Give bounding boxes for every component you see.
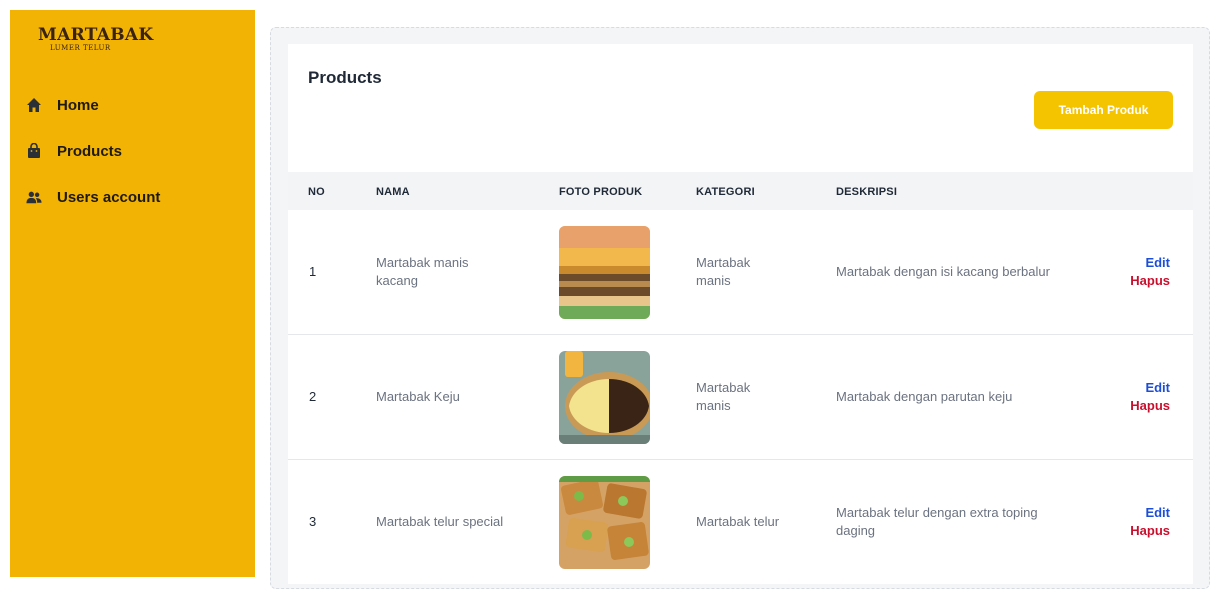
sidebar-item-label: Users account [57, 188, 161, 206]
products-card: Products Tambah Produk NO NAMA FOTO PROD… [288, 44, 1193, 584]
sidebar-nav: Home Products Users account [26, 82, 251, 220]
bag-icon [26, 143, 42, 159]
row-deskripsi: Martabak telur dengan extra toping dagin… [836, 505, 1038, 538]
delete-link[interactable]: Hapus [1110, 522, 1170, 540]
row-actions: Edit Hapus [1110, 379, 1170, 415]
header-kategori: KATEGORI [696, 186, 755, 198]
row-nama: Martabak Keju [376, 389, 460, 404]
product-photo [559, 226, 650, 319]
brand-logo[interactable]: MARTABAK LUMER TELUR [38, 26, 153, 53]
sidebar-item-users-account[interactable]: Users account [26, 174, 251, 220]
product-photo [559, 351, 650, 444]
row-kategori: Martabak telur [696, 514, 780, 529]
row-no: 2 [309, 389, 317, 404]
sidebar-item-home[interactable]: Home [26, 82, 251, 128]
row-nama: Martabak manis kacang [376, 255, 469, 288]
table-row: 3 Martabak telur special Martabak telur … [288, 460, 1193, 584]
sidebar-item-products[interactable]: Products [26, 128, 251, 174]
users-icon [26, 189, 42, 205]
table-row: 1 Martabak manis kacang Martabak manis M… [288, 210, 1193, 335]
header-no: NO [308, 186, 325, 198]
row-actions: Edit Hapus [1110, 254, 1170, 290]
edit-link[interactable]: Edit [1110, 379, 1170, 397]
row-deskripsi: Martabak dengan isi kacang berbalur [836, 264, 1050, 279]
table-header: NO NAMA FOTO PRODUK KATEGORI DESKRIPSI [288, 172, 1193, 210]
header-foto-produk: FOTO PRODUK [559, 186, 643, 198]
page-title: Products [308, 68, 382, 87]
product-photo [559, 476, 650, 569]
row-kategori: Martabak manis [696, 380, 751, 413]
header-deskripsi: DESKRIPSI [836, 186, 898, 198]
sidebar-item-label: Home [57, 96, 99, 114]
add-product-button[interactable]: Tambah Produk [1034, 91, 1173, 129]
row-no: 3 [309, 514, 317, 529]
edit-link[interactable]: Edit [1110, 504, 1170, 522]
row-deskripsi: Martabak dengan parutan keju [836, 389, 1013, 404]
brand-subtitle: LUMER TELUR [50, 44, 111, 52]
row-no: 1 [309, 264, 317, 279]
sidebar-item-label: Products [57, 142, 123, 160]
header-nama: NAMA [376, 186, 410, 198]
row-nama: Martabak telur special [376, 514, 504, 529]
brand-title: MARTABAK [38, 25, 154, 45]
edit-link[interactable]: Edit [1110, 254, 1170, 272]
row-kategori: Martabak manis [696, 255, 751, 288]
row-actions: Edit Hapus [1110, 504, 1170, 540]
sidebar: MARTABAK LUMER TELUR Home Products Users… [10, 10, 255, 577]
table-row: 2 Martabak Keju Martabak manis Martabak … [288, 335, 1193, 460]
delete-link[interactable]: Hapus [1110, 272, 1170, 290]
delete-link[interactable]: Hapus [1110, 397, 1170, 415]
home-icon [26, 97, 42, 113]
